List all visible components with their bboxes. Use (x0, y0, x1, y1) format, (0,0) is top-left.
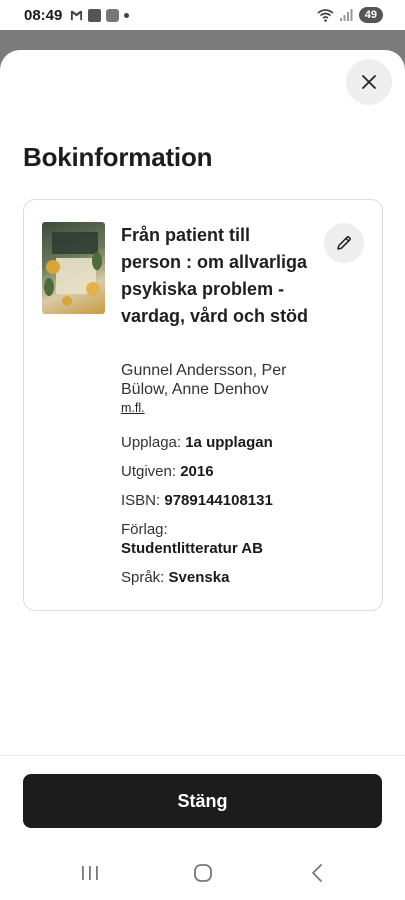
recent-apps-icon[interactable] (80, 862, 100, 884)
app-icon (88, 8, 102, 22)
status-left: 08:49 (24, 6, 130, 24)
publisher-label: Förlag: (121, 521, 168, 538)
pencil-icon (337, 236, 351, 250)
book-info-sheet: Bokinformation Från patient till person … (0, 50, 405, 900)
system-nav-bar (0, 850, 405, 900)
isbn-label: ISBN: (121, 492, 161, 509)
book-card: Från patient till person : om allvarliga… (23, 199, 383, 611)
edit-button[interactable] (324, 223, 364, 263)
status-right: 49 (317, 7, 383, 23)
more-authors-link[interactable]: m.fl. (121, 401, 145, 415)
home-icon[interactable] (192, 862, 214, 884)
book-authors: Gunnel Andersson, Per Bülow, Anne Denhov (121, 362, 287, 398)
signal-icon (339, 9, 353, 21)
wifi-icon (317, 8, 334, 22)
publisher-row: Förlag: Studentlitteratur AB (121, 520, 263, 558)
gmail-icon (71, 10, 83, 20)
edition-row: Upplaga: 1a upplagan (121, 433, 273, 452)
status-time: 08:49 (24, 6, 63, 24)
book-title: Från patient till person : om allvarliga… (121, 225, 309, 326)
published-label: Utgiven: (121, 463, 177, 480)
book-cover-image (42, 222, 105, 314)
back-icon[interactable] (309, 862, 325, 884)
battery-icon: 49 (358, 7, 383, 23)
language-value: Svenska (168, 569, 230, 586)
close-sheet-button[interactable]: Stäng (23, 774, 382, 828)
dot-icon (124, 12, 130, 18)
divider (0, 755, 405, 756)
published-value: 2016 (180, 463, 214, 480)
isbn-value: 9789144108131 (164, 492, 273, 509)
edition-value: 1a upplagan (185, 434, 273, 451)
page-title: Bokinformation (23, 142, 213, 172)
close-icon (362, 75, 376, 89)
publisher-value: Studentlitteratur AB (121, 540, 263, 557)
notification-icons (70, 8, 130, 22)
app-icon-2 (106, 8, 120, 22)
language-row: Språk: Svenska (121, 568, 229, 587)
close-button[interactable] (346, 59, 392, 105)
edition-label: Upplaga: (121, 434, 182, 451)
language-label: Språk: (121, 569, 165, 586)
published-row: Utgiven: 2016 (121, 462, 214, 481)
status-bar: 08:49 49 (0, 0, 405, 30)
isbn-row: ISBN: 9789144108131 (121, 491, 273, 510)
